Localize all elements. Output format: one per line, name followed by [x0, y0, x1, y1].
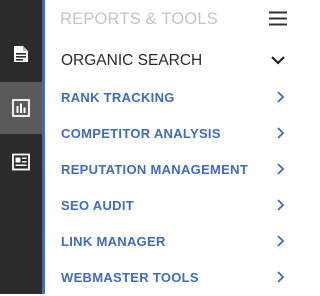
section-title: ORGANIC SEARCH: [61, 52, 203, 69]
menu-item-label: LINK MANAGER: [61, 234, 166, 249]
panel-title: REPORTS & TOOLS: [60, 10, 218, 28]
rail-item-reports[interactable]: [0, 28, 42, 80]
newspaper-icon: [12, 153, 30, 171]
chevron-right-icon: [277, 271, 285, 283]
chevron-right-icon: [277, 199, 285, 211]
bar-chart-icon: [12, 99, 30, 117]
menu-item-competitor-analysis[interactable]: COMPETITOR ANALYSIS: [45, 116, 293, 152]
menu-item-rank-tracking[interactable]: RANK TRACKING: [45, 80, 293, 116]
organic-search-menu: RANK TRACKING COMPETITOR ANALYSIS REPUTA…: [45, 80, 293, 296]
chevron-right-icon: [277, 235, 285, 247]
rail-item-content[interactable]: [0, 136, 42, 188]
reports-tools-panel: REPORTS & TOOLS ORGANIC SEARCH RANK TRAC…: [45, 0, 293, 294]
chevron-right-icon: [277, 163, 285, 175]
chevron-right-icon: [277, 127, 285, 139]
icon-rail: [0, 0, 42, 294]
menu-item-label: RANK TRACKING: [61, 90, 175, 105]
menu-item-label: SEO AUDIT: [61, 198, 135, 213]
hamburger-icon[interactable]: [269, 11, 287, 26]
chevron-right-icon: [277, 91, 285, 103]
menu-item-label: REPUTATION MANAGEMENT: [61, 162, 249, 177]
rail-item-analytics[interactable]: [0, 82, 42, 134]
menu-item-label: COMPETITOR ANALYSIS: [61, 126, 221, 141]
menu-item-webmaster-tools[interactable]: WEBMASTER TOOLS: [45, 260, 293, 296]
menu-item-seo-audit[interactable]: SEO AUDIT: [45, 188, 293, 224]
chevron-down-icon: [271, 56, 285, 65]
document-icon: [14, 46, 28, 62]
menu-item-label: WEBMASTER TOOLS: [61, 270, 199, 285]
menu-item-link-manager[interactable]: LINK MANAGER: [45, 224, 293, 260]
section-header-organic-search[interactable]: ORGANIC SEARCH: [45, 44, 293, 80]
menu-item-reputation-management[interactable]: REPUTATION MANAGEMENT: [45, 152, 293, 188]
